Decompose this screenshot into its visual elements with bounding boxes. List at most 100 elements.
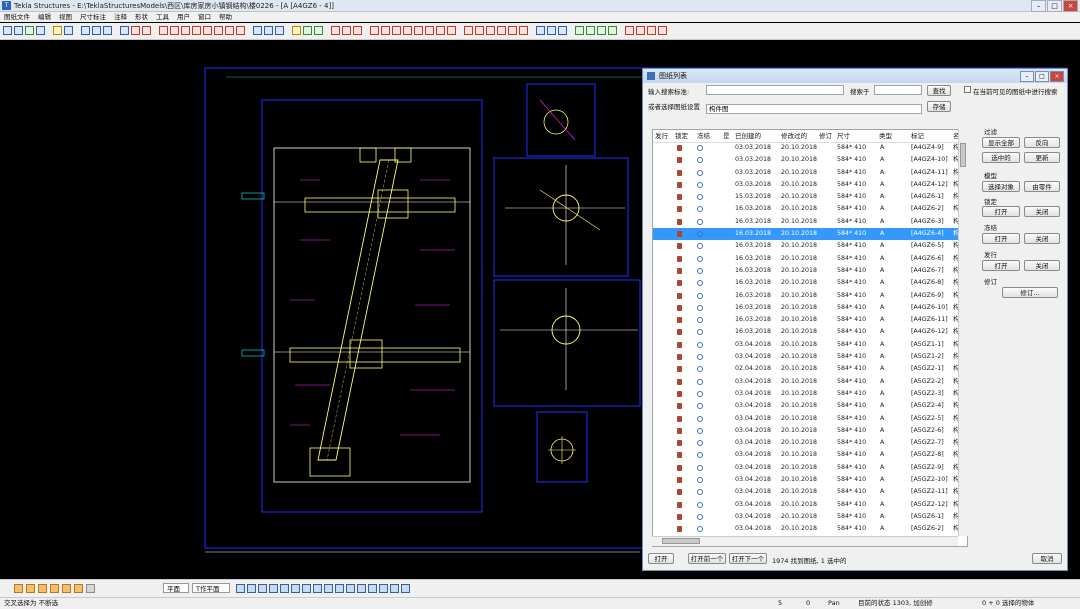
- toolbar-button[interactable]: [14, 26, 23, 35]
- col-locked[interactable]: 锁定: [675, 130, 688, 142]
- menu-view[interactable]: 视图: [55, 12, 76, 22]
- list-vertical-scrollbar[interactable]: [958, 129, 968, 536]
- toolbar-button[interactable]: [519, 26, 528, 35]
- snap-toggle-button[interactable]: [74, 584, 83, 593]
- drawing-row[interactable]: 16.03.201820.10.2018584* 410A[A4GZ6-5]构件: [653, 240, 967, 252]
- drawing-row[interactable]: 03.04.201820.10.2018584* 410A[A5GZ2-3]构件: [653, 388, 967, 400]
- col-size[interactable]: 尺寸: [837, 130, 850, 142]
- drawing-row[interactable]: 16.03.201820.10.2018584* 410A[A4GZ6-6]构件: [653, 253, 967, 265]
- toolbar-button[interactable]: [225, 26, 234, 35]
- toolbar-button[interactable]: [81, 26, 90, 35]
- col-mark[interactable]: 标记: [911, 130, 924, 142]
- snap-toggle-button[interactable]: [38, 584, 47, 593]
- toolbar-button[interactable]: [92, 26, 101, 35]
- snap-toggle-button[interactable]: [26, 584, 35, 593]
- menu-annotate[interactable]: 注释: [110, 12, 131, 22]
- drawing-row[interactable]: 03.04.201820.10.2018584* 410A[A5GZ2-5]构件: [653, 413, 967, 425]
- col-issue[interactable]: 发行: [655, 130, 668, 142]
- drawing-row[interactable]: 03.04.201820.10.2018584* 410A[A5GZ2-2]构件: [653, 376, 967, 388]
- toolbar-button[interactable]: [403, 26, 412, 35]
- toolbar-button[interactable]: [275, 26, 284, 35]
- visible-only-checkbox[interactable]: [964, 86, 971, 93]
- toolbar-button[interactable]: [392, 26, 401, 35]
- by-part-button[interactable]: 由零件: [1024, 181, 1060, 192]
- toolbar-button[interactable]: [575, 26, 584, 35]
- toolbar-button[interactable]: [508, 26, 517, 35]
- col-up-to-date[interactable]: 昰: [723, 130, 730, 142]
- toolbar-button[interactable]: [547, 26, 556, 35]
- toolbar-button[interactable]: [353, 26, 362, 35]
- toolbar-button[interactable]: [292, 26, 301, 35]
- drawing-row[interactable]: 16.03.201820.10.2018584* 410A[A4GZ6-4]构件: [653, 228, 967, 241]
- toolbar-button[interactable]: [625, 26, 634, 35]
- toolbar-button[interactable]: [3, 26, 12, 35]
- drawing-row[interactable]: 03.04.201820.10.2018584* 410A[A5GZ2-10]构…: [653, 474, 967, 486]
- toolbar-button[interactable]: [142, 26, 151, 35]
- menu-file[interactable]: 图纸文件: [0, 12, 34, 22]
- toolbar-button[interactable]: [536, 26, 545, 35]
- snap-mode-button[interactable]: [280, 584, 289, 593]
- drawing-row[interactable]: 15.03.201820.10.2018584* 410A[A4GZ6-1]构件: [653, 191, 967, 203]
- issue-on-button[interactable]: 打开: [982, 260, 1020, 271]
- settings-select[interactable]: 构件图: [706, 104, 922, 114]
- col-created[interactable]: 已创建的: [735, 130, 761, 142]
- col-type[interactable]: 类型: [879, 130, 892, 142]
- toolbar-button[interactable]: [192, 26, 201, 35]
- issue-off-button[interactable]: 关闭: [1024, 260, 1060, 271]
- toolbar-button[interactable]: [25, 26, 34, 35]
- snap-mode-button[interactable]: [247, 584, 256, 593]
- open-previous-button[interactable]: 打开前一个: [688, 553, 726, 564]
- toolbar-button[interactable]: [447, 26, 456, 35]
- toolbar-button[interactable]: [370, 26, 379, 35]
- lock-on-button[interactable]: 打开: [982, 206, 1020, 217]
- drawing-list[interactable]: 发行 锁定 冻结 昰 已创建的 修改过的 修订 尺寸 类型 标记 名称 03.0…: [652, 129, 968, 547]
- toolbar-button[interactable]: [436, 26, 445, 35]
- toolbar-button[interactable]: [586, 26, 595, 35]
- toolbar-button[interactable]: [64, 26, 73, 35]
- col-revision[interactable]: 修订: [819, 130, 832, 142]
- dialog-minimize-button[interactable]: –: [1020, 71, 1034, 82]
- drawing-row[interactable]: 03.04.201820.10.2018584* 410A[A5GZ2-7]构件: [653, 437, 967, 449]
- toolbar-button[interactable]: [236, 26, 245, 35]
- toolbar-button[interactable]: [264, 26, 273, 35]
- dialog-close-button[interactable]: ×: [1050, 71, 1064, 82]
- menu-edit[interactable]: 编辑: [34, 12, 55, 22]
- toolbar-button[interactable]: [342, 26, 351, 35]
- toolbar-button[interactable]: [636, 26, 645, 35]
- toolbar-button[interactable]: [486, 26, 495, 35]
- snap-mode-button[interactable]: [335, 584, 344, 593]
- snap-mode-button[interactable]: [291, 584, 300, 593]
- freeze-off-button[interactable]: 关闭: [1024, 233, 1060, 244]
- find-button[interactable]: 查找: [927, 85, 951, 96]
- minimize-button[interactable]: –: [1031, 0, 1046, 12]
- snap-mode-button[interactable]: [368, 584, 377, 593]
- toolbar-button[interactable]: [253, 26, 262, 35]
- toolbar-button[interactable]: [53, 26, 62, 35]
- snap-mode-button[interactable]: [236, 584, 245, 593]
- toolbar-button[interactable]: [331, 26, 340, 35]
- drawing-row[interactable]: 03.04.201820.10.2018584* 410A[A5GZ1-2]构件: [653, 351, 967, 363]
- open-button[interactable]: 打开: [648, 553, 674, 564]
- drawing-row[interactable]: 16.03.201820.10.2018584* 410A[A4GZ6-12]构…: [653, 326, 967, 338]
- drawing-row[interactable]: 03.04.201820.10.2018584* 410A[A5GZ2-4]构件: [653, 400, 967, 412]
- lock-off-button[interactable]: 关闭: [1024, 206, 1060, 217]
- snap-toggle-button[interactable]: [14, 584, 23, 593]
- save-settings-button[interactable]: 存储: [927, 101, 951, 112]
- toolbar-button[interactable]: [314, 26, 323, 35]
- list-horizontal-scrollbar[interactable]: [652, 536, 958, 546]
- show-all-button[interactable]: 显示全部: [982, 137, 1020, 148]
- menu-user[interactable]: 用户: [173, 12, 194, 22]
- drawing-row[interactable]: 03.03.201820.10.2018584* 410A[A4GZ4-12]构…: [653, 179, 967, 191]
- drawing-row[interactable]: 03.03.201820.10.2018584* 410A[A4GZ4-10]构…: [653, 154, 967, 166]
- drawing-row[interactable]: 03.03.201820.10.2018584* 410A[A4GZ4-11]构…: [653, 167, 967, 179]
- drawing-row[interactable]: 16.03.201820.10.2018584* 410A[A4GZ6-7]构件: [653, 265, 967, 277]
- toolbar-button[interactable]: [497, 26, 506, 35]
- toolbar-button[interactable]: [159, 26, 168, 35]
- toolbar-button[interactable]: [203, 26, 212, 35]
- drawing-row[interactable]: 16.03.201820.10.2018584* 410A[A4GZ6-11]构…: [653, 314, 967, 326]
- menu-tools[interactable]: 工具: [152, 12, 173, 22]
- toolbar-button[interactable]: [103, 26, 112, 35]
- freeze-on-button[interactable]: 打开: [982, 233, 1020, 244]
- snap-mode-button[interactable]: [379, 584, 388, 593]
- toolbar-button[interactable]: [36, 26, 45, 35]
